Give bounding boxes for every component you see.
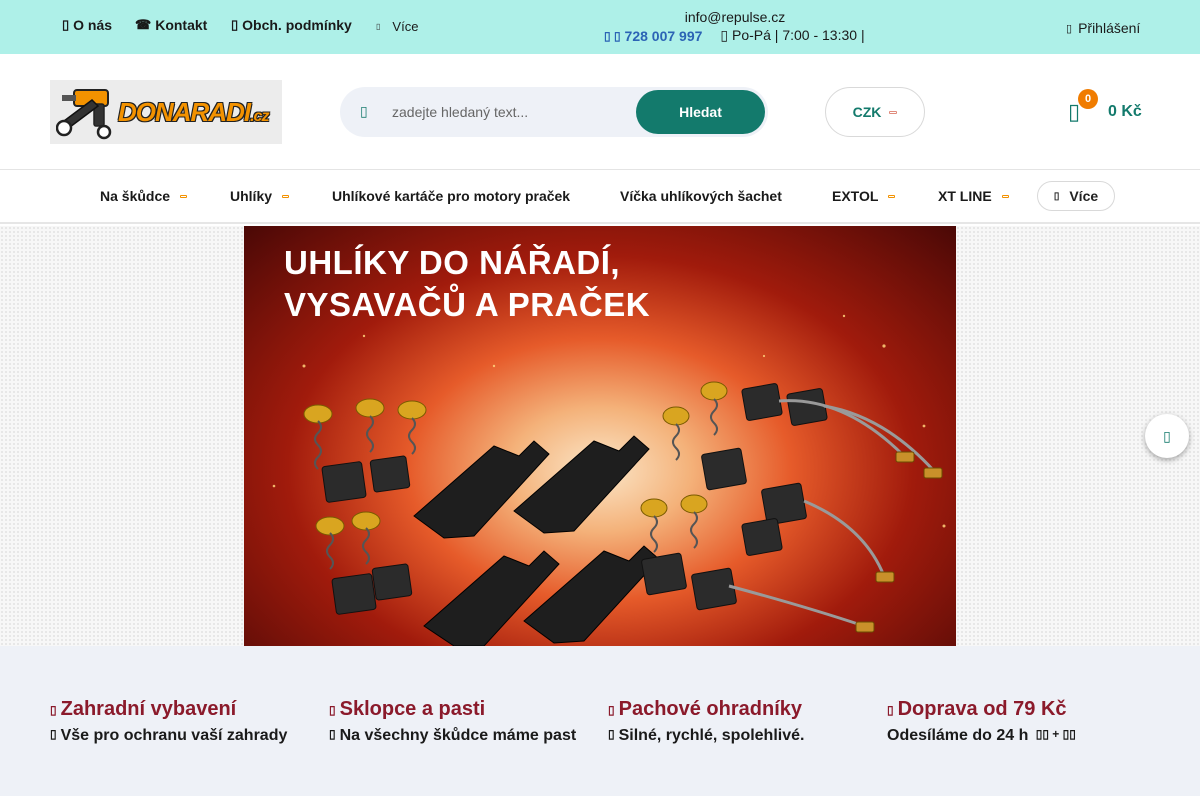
- benefit-title: ▯ Pachové ohradníky: [608, 698, 878, 721]
- benefits-strip: ▯ Zahradní vybavení ▯ Vše pro ochranu vaší…: [0, 646, 1200, 796]
- nav-item-label: Uhlíky: [230, 188, 273, 204]
- benefit-title: ▯ Sklopce a pasti: [329, 698, 599, 721]
- nav-item-pests[interactable]: Na škůdce: [100, 188, 188, 204]
- main-nav: Na škůdce Uhlíky Uhlíkové kartáče pro mo…: [0, 170, 1200, 224]
- benefit-traps[interactable]: ▯ Sklopce a pasti ▯ Na všechny škůdce máme…: [329, 698, 599, 745]
- benefit-title-text: Pachové ohradníky: [618, 698, 803, 720]
- header: DONARADI.cz ▯ Hledat CZK ▯ 0 0 Kč: [0, 54, 1200, 170]
- top-link-terms-label: Obch. podmínky: [242, 17, 352, 33]
- nav-item-label: Uhlíkové kartáče pro motory praček: [332, 188, 571, 204]
- nav-item-label: XT LINE: [938, 188, 992, 204]
- top-link-about-label: O nás: [73, 17, 113, 33]
- search-bar: ▯ Hledat: [340, 87, 768, 137]
- contact-phone[interactable]: ▯ ▯ 728 007 997: [604, 28, 702, 44]
- trap-icon: ▯: [329, 702, 336, 717]
- phone-icon: ▯ ▯: [604, 28, 621, 43]
- cart-total: 0 Kč: [1108, 103, 1142, 120]
- hero-headline-line2: VYSAVAČŮ A PRAČEK: [284, 286, 651, 323]
- nav-item-label: Víčka uhlíkových šachet: [620, 188, 782, 204]
- nav-item-label: EXTOL: [832, 188, 879, 204]
- login-link[interactable]: ▯ Přihlášení: [1066, 20, 1140, 36]
- nav-more-button[interactable]: ▯ Více: [1037, 181, 1115, 211]
- info-icon: ▯: [62, 17, 70, 32]
- benefit-title-text: Doprava od 79 Kč: [897, 698, 1067, 720]
- chevron-right-icon: ▯: [1163, 427, 1171, 444]
- benefit-title-text: Sklopce a pasti: [339, 698, 486, 720]
- benefit-title: ▯ Doprava od 79 Kč: [887, 698, 1157, 721]
- benefit-title-text: Zahradní vybavení: [60, 698, 237, 720]
- logo-text-suffix: .cz: [250, 107, 269, 125]
- top-bar: ▯ O nás ☎ Kontakt ▯ Obch. podmínky ▯ Víc…: [0, 0, 1200, 54]
- currency-value: CZK: [852, 104, 882, 120]
- contact-phone-number: 728 007 997: [624, 27, 703, 44]
- cart-button[interactable]: ▯ 0 0 Kč: [1068, 89, 1142, 130]
- benefit-text-value: Na všechny škůdce máme past: [339, 727, 577, 744]
- clock-icon: ▯: [720, 27, 732, 43]
- benefit-text: ▯ Vše pro ochranu vaší zahrady: [50, 727, 320, 745]
- currency-select[interactable]: CZK: [825, 87, 925, 137]
- benefit-garden[interactable]: ▯ Zahradní vybavení ▯ Vše pro ochranu vaší…: [50, 698, 320, 745]
- nav-item-shaft-caps[interactable]: Víčka uhlíkových šachet: [620, 188, 782, 204]
- search-input[interactable]: [392, 101, 622, 123]
- contact-email[interactable]: info@repulse.cz: [660, 9, 810, 25]
- nav-item-washer-brushes[interactable]: Uhlíkové kartáče pro motory praček: [332, 188, 570, 204]
- chevron-down-icon: [282, 194, 290, 198]
- wrench-drill-icon: [56, 89, 112, 140]
- menu-icon: ▯: [1053, 190, 1060, 202]
- top-link-terms[interactable]: ▯ Obch. podmínky: [231, 17, 352, 33]
- benefit-text: Odesíláme do 24 h ▯▯ + ▯▯: [887, 727, 1157, 745]
- benefit-title: ▯ Zahradní vybavení: [50, 698, 320, 721]
- login-label: Přihlášení: [1078, 20, 1141, 36]
- top-more-button[interactable]: ▯ Více: [376, 19, 418, 34]
- hero-banner[interactable]: UHLÍKY DO NÁŘADÍ, VYSAVAČŮ A PRAČEK: [244, 226, 956, 646]
- flag-icon: ▯▯ + ▯▯: [1032, 727, 1076, 741]
- benefit-text-value: Vše pro ochranu vaší zahrady: [60, 727, 288, 744]
- phone-icon: ☎: [135, 17, 152, 32]
- logo-text: DONARADI.cz: [118, 96, 269, 128]
- benefit-text-value: Odesíláme do 24 h: [887, 727, 1029, 744]
- search-icon[interactable]: ▯: [360, 103, 368, 120]
- nav-more-label: Více: [1069, 188, 1099, 204]
- top-link-about[interactable]: ▯ O nás: [62, 17, 112, 33]
- chevron-down-icon: [1001, 194, 1009, 198]
- opening-hours: ▯ Po-Pá | 7:00 - 13:30 |: [720, 27, 864, 44]
- top-more-label: Více: [392, 19, 419, 34]
- document-icon: ▯: [231, 17, 239, 32]
- benefit-text: ▯ Silné, rychlé, spolehlivé.: [608, 727, 878, 745]
- check-icon: ▯: [329, 727, 336, 741]
- nav-item-extol[interactable]: EXTOL: [832, 188, 896, 204]
- chevron-down-icon: ▯: [376, 22, 381, 31]
- chevron-down-icon: [889, 110, 898, 114]
- user-icon: ▯: [1066, 22, 1073, 35]
- scent-icon: ▯: [608, 702, 615, 717]
- nav-item-label: Na škůdce: [100, 188, 171, 204]
- search-button[interactable]: Hledat: [636, 90, 765, 134]
- check-icon: ▯: [50, 727, 57, 741]
- top-link-contact[interactable]: ☎ Kontakt: [135, 17, 207, 33]
- hero-headline: UHLÍKY DO NÁŘADÍ, VYSAVAČŮ A PRAČEK: [284, 242, 650, 326]
- hero-headline-line1: UHLÍKY DO NÁŘADÍ,: [284, 244, 621, 281]
- check-icon: ▯: [608, 727, 615, 741]
- top-link-contact-label: Kontakt: [155, 17, 208, 33]
- garden-icon: ▯: [50, 702, 57, 717]
- benefit-text-value: Silné, rychlé, spolehlivé.: [618, 727, 805, 744]
- slider-next-button[interactable]: ▯: [1145, 414, 1189, 458]
- benefit-scent-fences[interactable]: ▯ Pachové ohradníky ▯ Silné, rychlé, spole…: [608, 698, 878, 745]
- opening-hours-text: Po-Pá | 7:00 - 13:30 |: [732, 27, 865, 43]
- cart-icon: ▯ 0: [1068, 89, 1098, 125]
- nav-item-carbons[interactable]: Uhlíky: [230, 188, 290, 204]
- logo-text-main: DONARADI: [118, 96, 251, 127]
- benefit-text: ▯ Na všechny škůdce máme past: [329, 727, 599, 745]
- hero-area: UHLÍKY DO NÁŘADÍ, VYSAVAČŮ A PRAČEK ▯: [0, 226, 1200, 646]
- nav-item-xt-line[interactable]: XT LINE: [938, 188, 1009, 204]
- cart-count-badge: 0: [1078, 89, 1098, 109]
- site-logo[interactable]: DONARADI.cz: [50, 80, 282, 144]
- truck-icon: ▯: [887, 702, 894, 717]
- chevron-down-icon: [180, 194, 188, 198]
- contact-line: ▯ ▯ 728 007 997 ▯ Po-Pá | 7:00 - 13:30 |: [604, 27, 865, 44]
- benefit-shipping[interactable]: ▯ Doprava od 79 Kč Odesíláme do 24 h ▯▯ +…: [887, 698, 1157, 745]
- chevron-down-icon: [888, 194, 896, 198]
